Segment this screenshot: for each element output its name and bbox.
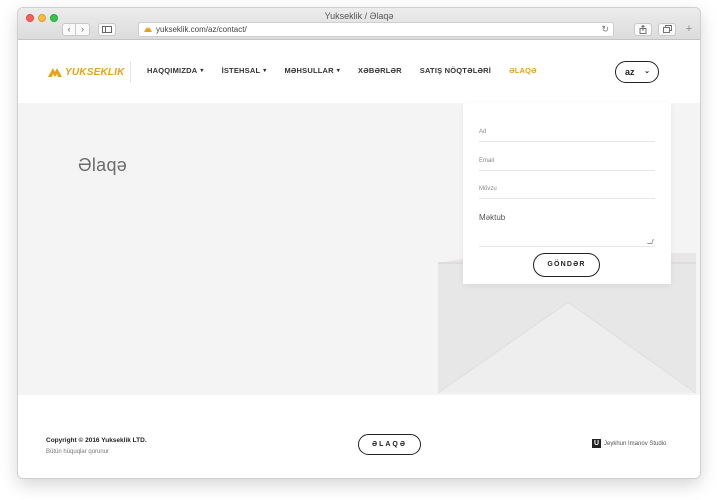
tabs-overview-button[interactable] xyxy=(658,23,676,36)
contact-section: Əlaqə Ad Email Mövzu Məktub GÖNDƏR xyxy=(18,103,700,395)
menu-item-satis-noqteleri[interactable]: SATIŞ NÖQTƏLƏRİ xyxy=(420,66,491,75)
logo-mark-icon xyxy=(48,68,62,77)
language-value: az xyxy=(625,67,635,77)
menu-item-label: XƏBƏRLƏR xyxy=(358,66,402,75)
site-favicon-icon xyxy=(144,27,152,32)
name-placeholder: Ad xyxy=(479,129,487,135)
menu-item-label: HAQQIMIZDA xyxy=(147,66,198,75)
share-icon xyxy=(639,24,647,34)
language-select[interactable]: az ⌄ xyxy=(615,61,659,83)
site-header: YUKSEKLIK HAQQIMIZDA ▾ İSTEHSAL ▾ MƏHSUL… xyxy=(18,41,700,103)
chevron-down-icon: ▾ xyxy=(263,68,267,74)
rights-text: Bütün hüquqlar qorunur xyxy=(46,449,110,455)
chevron-down-icon: ▾ xyxy=(200,68,204,74)
site-logo[interactable]: YUKSEKLIK xyxy=(48,66,125,78)
address-bar[interactable]: yukseklik.com/az/contact/ ↻ xyxy=(138,22,614,37)
menu-item-label: ƏLAQƏ xyxy=(509,66,537,75)
new-tab-button[interactable]: + xyxy=(682,24,696,36)
message-textarea[interactable]: Məktub xyxy=(479,213,655,247)
email-field[interactable]: Email xyxy=(479,158,655,171)
browser-window: Yukseklik / Əlaqə ‹ › yukseklik.com/az/c… xyxy=(18,8,700,478)
sidebar-toggle-button[interactable] xyxy=(98,23,116,36)
reload-icon[interactable]: ↻ xyxy=(601,23,609,36)
studio-logo-icon: U xyxy=(592,439,601,448)
message-placeholder: Məktub xyxy=(479,213,506,222)
chevron-down-icon: ▾ xyxy=(336,68,341,74)
web-page: YUKSEKLIK HAQQIMIZDA ▾ İSTEHSAL ▾ MƏHSUL… xyxy=(18,41,700,478)
studio-name: Jeykhun Imanov Studio xyxy=(604,440,667,447)
menu-item-istehsal[interactable]: İSTEHSAL ▾ xyxy=(222,66,267,75)
url-text: yukseklik.com/az/contact/ xyxy=(156,25,247,34)
tabs-icon xyxy=(662,25,672,33)
menu-item-elaqe[interactable]: ƏLAQƏ xyxy=(509,66,537,75)
menu-item-label: SATIŞ NÖQTƏLƏRİ xyxy=(419,66,492,75)
window-title: Yukseklik / Əlaqə xyxy=(324,11,394,21)
email-placeholder: Email xyxy=(479,158,495,164)
menu-item-label: MƏHSULLAR xyxy=(284,66,334,75)
site-footer: Copyright © 2016 Yukseklik LTD. Bütün hü… xyxy=(18,395,700,478)
subject-field[interactable]: Mövzu xyxy=(479,186,655,199)
name-field[interactable]: Ad xyxy=(479,129,655,142)
footer-contact-button[interactable]: ƏLAQƏ xyxy=(358,434,421,455)
contact-form: Ad Email Mövzu Məktub GÖNDƏR xyxy=(463,103,671,284)
back-button[interactable]: ‹ xyxy=(62,23,76,36)
chevron-down-icon: ⌄ xyxy=(644,68,650,75)
menu-item-label: İSTEHSAL xyxy=(221,66,261,75)
forward-button[interactable]: › xyxy=(76,23,90,36)
logo-text: YUKSEKLIK xyxy=(65,66,125,78)
menu-item-xeberler[interactable]: XƏBƏRLƏR xyxy=(358,66,402,75)
subject-placeholder: Mövzu xyxy=(479,186,497,192)
share-button[interactable] xyxy=(634,23,652,36)
main-menu: HAQQIMIZDA ▾ İSTEHSAL ▾ MƏHSULLAR ▾ XƏBƏ… xyxy=(147,66,555,75)
studio-credit[interactable]: U Jeykhun Imanov Studio xyxy=(592,439,666,448)
title-bar: Yukseklik / Əlaqə ‹ › yukseklik.com/az/c… xyxy=(18,8,700,40)
sidebar-icon xyxy=(102,26,112,33)
send-button[interactable]: GÖNDƏR xyxy=(533,253,600,277)
resize-handle-icon[interactable] xyxy=(647,239,654,244)
copyright-text: Copyright © 2016 Yukseklik LTD. xyxy=(46,437,147,444)
menu-item-haqqimizda[interactable]: HAQQIMIZDA ▾ xyxy=(147,66,204,75)
page-title: Əlaqə xyxy=(78,155,128,175)
menu-item-mehsullar[interactable]: MƏHSULLAR ▾ xyxy=(284,66,340,75)
header-divider xyxy=(130,61,131,83)
